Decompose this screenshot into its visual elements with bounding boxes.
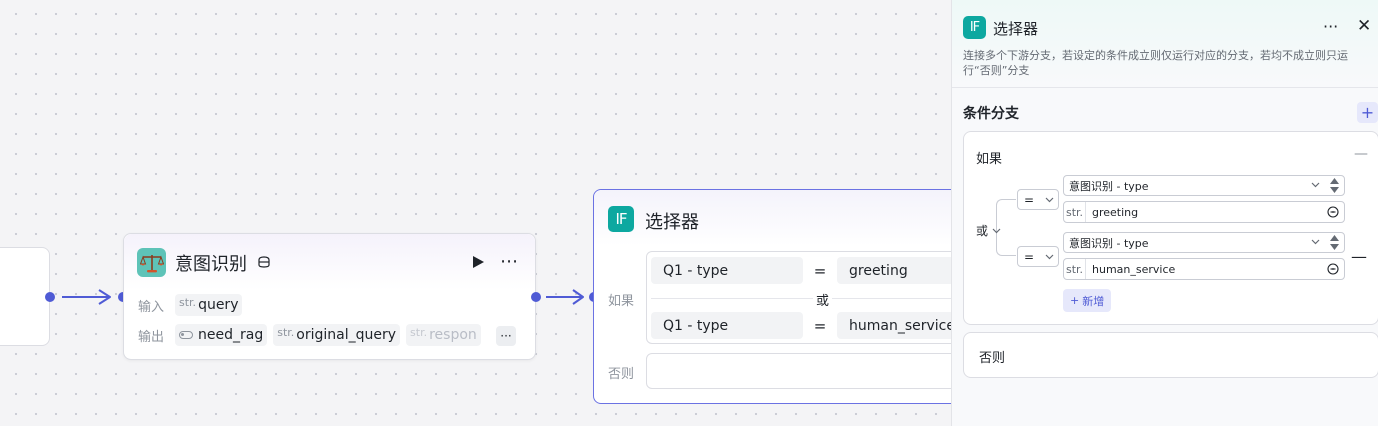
- workflow-canvas[interactable]: 意图识别 ⋯ 输入 str. query 输出 need_rag str. or…: [0, 0, 987, 426]
- node-title: 意图识别: [175, 254, 247, 275]
- input-label: 输入: [138, 299, 165, 315]
- edge-connector: [62, 289, 111, 305]
- value-input[interactable]: str. human_service: [1063, 258, 1345, 280]
- variable-ref-icon[interactable]: [1327, 206, 1339, 218]
- if-icon: IF: [608, 206, 634, 232]
- operator-select[interactable]: =: [1017, 189, 1059, 210]
- condition-row: Q1 - type = greeting: [651, 257, 987, 284]
- logic-label: 或: [976, 224, 989, 238]
- chevron-down-icon: [1311, 239, 1320, 245]
- output-label: 输出: [138, 329, 165, 345]
- database-icon: [258, 256, 270, 268]
- node-title: 选择器: [645, 212, 699, 233]
- if-branch-card: 如果 — 或 = 意图识别 - type str. greeting = 意图识…: [963, 131, 1378, 325]
- output-chip-need-rag[interactable]: need_rag: [175, 324, 268, 346]
- variable-select[interactable]: 意图识别 - type: [1063, 232, 1345, 253]
- edge-connector: [546, 289, 584, 305]
- collapse-icon[interactable]: —: [1354, 146, 1368, 162]
- logic-toggle[interactable]: 或: [976, 222, 1001, 239]
- balance-scale-icon: [137, 248, 166, 277]
- sort-icon: [1330, 178, 1339, 193]
- branch-title: 如果: [976, 152, 1003, 167]
- more-outputs-button[interactable]: ···: [496, 326, 516, 346]
- close-icon[interactable]: ✕: [1357, 16, 1371, 36]
- condition-op: =: [813, 261, 827, 280]
- condition-left: Q1 - type: [651, 257, 803, 284]
- if-label: 如果: [608, 294, 635, 309]
- variable-ref-icon[interactable]: [1327, 263, 1339, 275]
- or-label: 或: [813, 290, 833, 309]
- output-chip-response[interactable]: str. respon: [406, 324, 481, 346]
- intent-recognition-node[interactable]: 意图识别 ⋯ 输入 str. query 输出 need_rag str. or…: [123, 233, 536, 360]
- section-title: 条件分支: [963, 106, 1019, 122]
- sort-icon: [1330, 235, 1339, 250]
- else-box[interactable]: [646, 353, 986, 389]
- more-icon[interactable]: ⋯: [500, 253, 518, 271]
- add-condition-button[interactable]: + 新增: [1063, 289, 1112, 312]
- output-port[interactable]: [45, 292, 55, 302]
- condition-box[interactable]: Q1 - type = greeting 或 Q1 - type = human…: [646, 251, 987, 344]
- more-icon[interactable]: ···: [1323, 17, 1338, 36]
- input-row: 输入 str. query: [138, 294, 248, 316]
- condition-op: =: [813, 316, 827, 335]
- condition-row: Q1 - type = human_service: [651, 312, 987, 339]
- chevron-down-icon: [1045, 254, 1054, 259]
- add-branch-button[interactable]: +: [1357, 102, 1378, 123]
- output-row: 输出 need_rag str. original_query str. res…: [138, 324, 487, 346]
- node-config-panel: IF 选择器 ··· ✕ 连接多个下游分支，若设定的条件成立则仅运行对应的分支，…: [951, 0, 1378, 426]
- selector-node[interactable]: IF 选择器 如果 Q1 - type = greeting 或 Q1 - ty…: [593, 189, 987, 404]
- variable-select[interactable]: 意图识别 - type: [1063, 175, 1345, 196]
- else-label: 否则: [608, 367, 635, 382]
- remove-condition-icon[interactable]: —: [1351, 247, 1367, 266]
- condition-left: Q1 - type: [651, 312, 803, 339]
- boolean-icon: [179, 331, 193, 339]
- branch-title: 否则: [979, 351, 1006, 366]
- output-chip-original-query[interactable]: str. original_query: [273, 324, 401, 346]
- if-icon: IF: [963, 16, 986, 39]
- chevron-down-icon: [992, 228, 1001, 233]
- else-branch-card: 否则: [963, 332, 1378, 378]
- input-chip-query[interactable]: str. query: [175, 294, 243, 316]
- value-input[interactable]: str. greeting: [1063, 201, 1345, 223]
- previous-node[interactable]: [0, 247, 50, 346]
- plus-icon: +: [1070, 294, 1080, 307]
- panel-title: 选择器: [993, 20, 1039, 38]
- run-icon[interactable]: [471, 255, 485, 269]
- panel-description: 连接多个下游分支，若设定的条件成立则仅运行对应的分支，若均不成立则只运行“否则”…: [963, 49, 1348, 77]
- operator-select[interactable]: =: [1017, 246, 1059, 267]
- chevron-down-icon: [1045, 197, 1054, 202]
- chevron-down-icon: [1311, 182, 1320, 188]
